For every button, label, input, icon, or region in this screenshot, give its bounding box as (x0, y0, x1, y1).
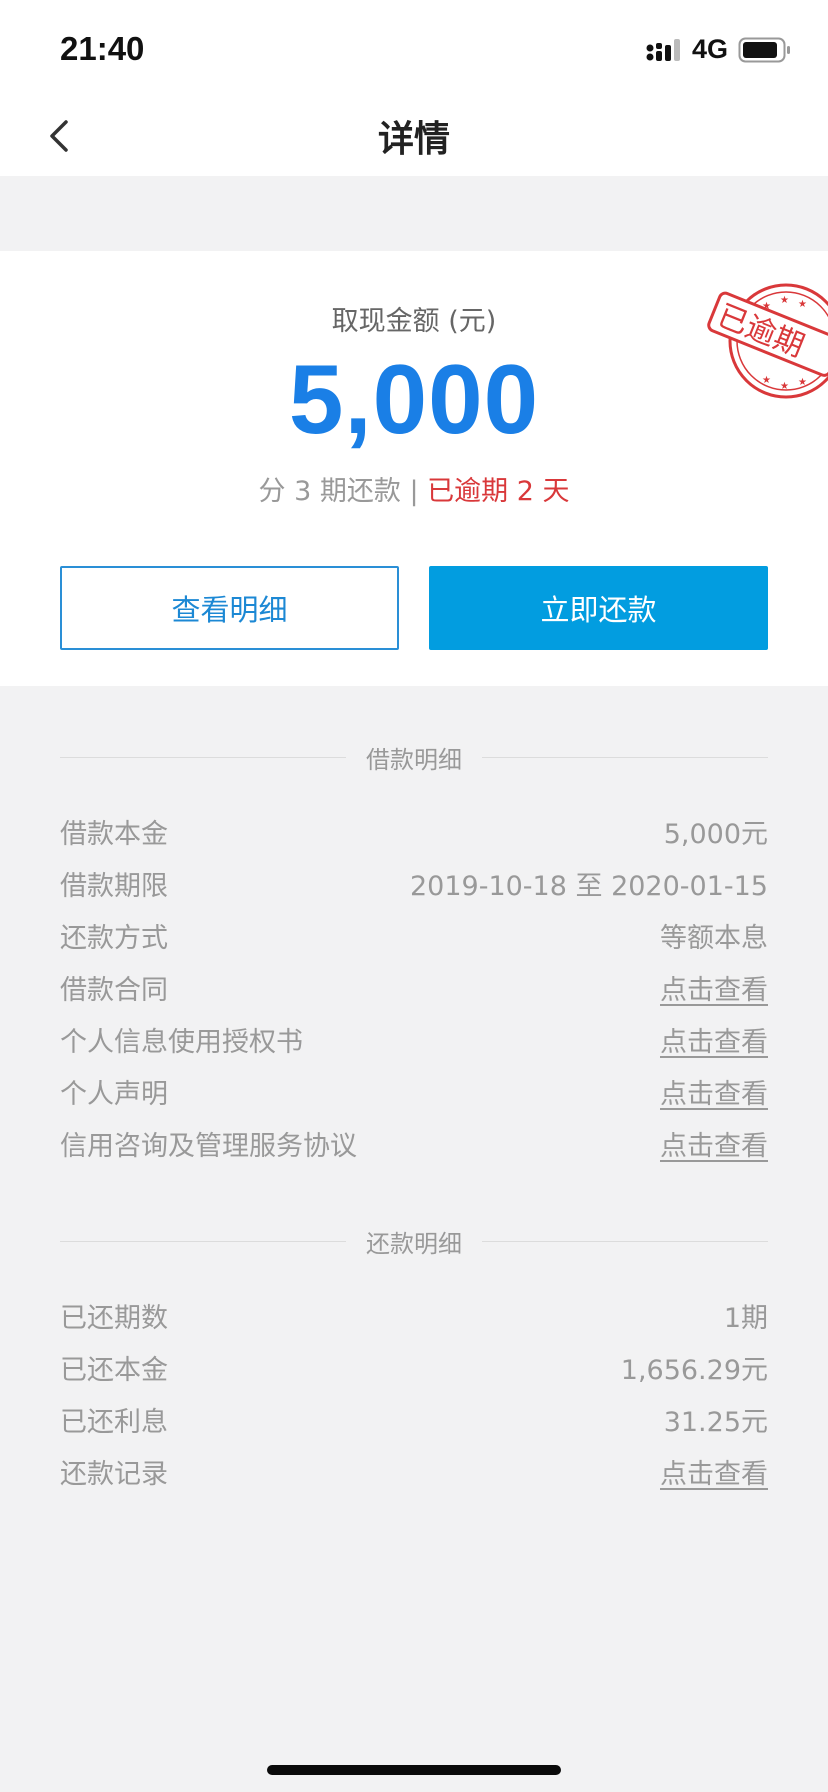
divider (482, 756, 768, 758)
loan-section-title: 借款明细 (366, 745, 462, 774)
row-label: 已还期数 (60, 1302, 168, 1334)
row-label: 借款本金 (60, 818, 168, 850)
overdue-stamp-icon: ★ ★ ★ ★ ★ ★ 已逾期 (707, 283, 828, 399)
network-label: 4G (691, 34, 728, 64)
credit-service-agreement-row: 信用咨询及管理服务协议 点击查看 (60, 1117, 768, 1169)
installment-info: 分 3 期还款 | 已逾期 2 天 (0, 469, 828, 508)
battery-icon (738, 37, 790, 62)
row-label: 还款记录 (60, 1458, 168, 1490)
row-label: 已还利息 (60, 1406, 168, 1438)
row-value: 31.25元 (663, 1406, 768, 1438)
personal-statement-link[interactable]: 点击查看 (660, 1072, 768, 1111)
status-bar: 21:40 4G (0, 0, 828, 96)
divider (60, 1240, 346, 1242)
svg-text:★: ★ (780, 381, 789, 392)
repay-section-header: 还款明细 (60, 1221, 768, 1261)
paid-interest-row: 已还利息 31.25元 (60, 1393, 768, 1445)
svg-text:★: ★ (762, 375, 771, 386)
repay-now-button[interactable]: 立即还款 (429, 566, 768, 650)
page-title: 详情 (377, 119, 450, 160)
nav-bar: 详情 (0, 96, 828, 176)
loan-section-header: 借款明细 (60, 737, 768, 777)
paid-periods-row: 已还期数 1期 (60, 1289, 768, 1341)
svg-text:★: ★ (798, 377, 807, 388)
row-label: 信用咨询及管理服务协议 (60, 1130, 357, 1162)
loan-term-row: 借款期限 2019-10-18 至 2020-01-15 (60, 857, 768, 909)
row-value: 5,000元 (663, 818, 768, 850)
repay-details-list: 已还期数 1期 已还本金 1,656.29元 已还利息 31.25元 还款记录 … (60, 1289, 768, 1497)
loan-principal-row: 借款本金 5,000元 (60, 805, 768, 857)
row-label: 借款合同 (60, 974, 168, 1006)
summary-card: 取现金额 (元) 5,000 分 3 期还款 | 已逾期 2 天 ★ ★ ★ ★… (0, 251, 828, 686)
loan-contract-row: 借款合同 点击查看 (60, 961, 768, 1013)
svg-text:★: ★ (798, 299, 807, 310)
installment-text: 分 3 期还款 | (258, 476, 419, 507)
repayment-records-link[interactable]: 点击查看 (660, 1452, 768, 1491)
amount-label: 取现金额 (元) (331, 306, 497, 337)
signal-icon (646, 38, 680, 61)
privacy-authorization-link[interactable]: 点击查看 (660, 1020, 768, 1059)
loan-contract-link[interactable]: 点击查看 (660, 968, 768, 1007)
divider (482, 1240, 768, 1242)
home-indicator[interactable] (267, 1765, 561, 1775)
status-time: 21:40 (60, 30, 145, 67)
row-label: 个人信息使用授权书 (60, 1026, 303, 1058)
personal-statement-row: 个人声明 点击查看 (60, 1065, 768, 1117)
repayment-method-row: 还款方式 等额本息 (60, 909, 768, 961)
paid-principal-row: 已还本金 1,656.29元 (60, 1341, 768, 1393)
row-value: 1,656.29元 (620, 1354, 768, 1386)
divider (60, 756, 346, 758)
repay-section-title: 还款明细 (366, 1229, 462, 1258)
row-label: 还款方式 (60, 922, 168, 954)
status-indicators: 4G (646, 34, 792, 65)
row-value: 1期 (723, 1302, 768, 1334)
credit-service-agreement-link[interactable]: 点击查看 (660, 1124, 768, 1163)
repayment-records-row: 还款记录 点击查看 (60, 1445, 768, 1497)
row-value: 2019-10-18 至 2020-01-15 (410, 870, 768, 902)
view-details-button[interactable]: 查看明细 (60, 566, 399, 650)
row-label: 个人声明 (60, 1078, 168, 1110)
row-label: 已还本金 (60, 1354, 168, 1386)
loan-details-list: 借款本金 5,000元 借款期限 2019-10-18 至 2020-01-15… (60, 805, 768, 1169)
row-label: 借款期限 (60, 870, 168, 902)
row-value: 等额本息 (660, 922, 768, 954)
svg-text:★: ★ (780, 295, 789, 306)
overdue-text: 已逾期 2 天 (427, 476, 570, 507)
privacy-authorization-row: 个人信息使用授权书 点击查看 (60, 1013, 768, 1065)
amount-value: 5,000 (288, 344, 540, 454)
